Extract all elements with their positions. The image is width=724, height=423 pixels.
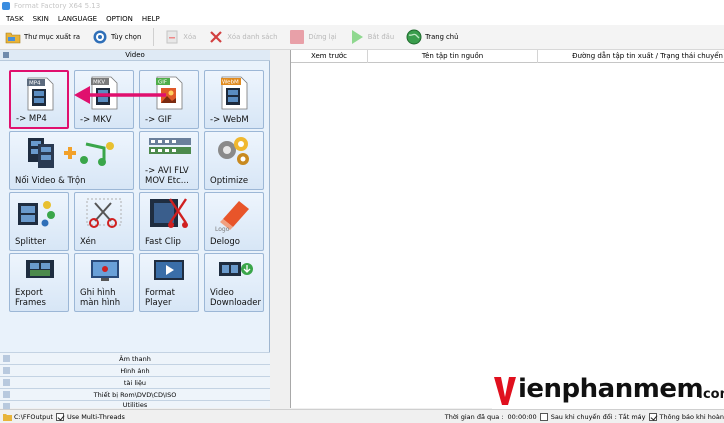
remove-icon — [166, 30, 178, 44]
splitter-button[interactable]: Splitter — [9, 192, 69, 251]
video-downloader-button[interactable]: Video Downloader — [204, 253, 264, 312]
start-button[interactable]: Bắt đầu — [349, 26, 394, 48]
toolbar-separator — [153, 28, 155, 46]
notify-label: Thông báo khi hoàn — [659, 412, 724, 421]
window-title: Format Factory X64 5.13 — [14, 2, 101, 10]
category-document-label: tài liệu — [123, 379, 147, 387]
options-label: Tùy chọn — [111, 33, 142, 41]
category-utilities[interactable]: Utilities — [0, 400, 270, 410]
output-folder-label: Thư mục xuất ra — [24, 33, 81, 41]
menu-option[interactable]: OPTION — [106, 15, 133, 23]
globe-home-icon — [406, 29, 422, 45]
svg-text:WebM: WebM — [222, 80, 239, 86]
crop-button[interactable]: Xén — [74, 192, 134, 251]
category-audio-label: Âm thanh — [119, 355, 151, 363]
svg-text:MP4: MP4 — [29, 81, 41, 87]
elapsed-label: Thời gian đã qua : — [444, 412, 504, 421]
stop-label: Dừng lại — [308, 33, 337, 41]
convert-mkv-label: -> MKV — [80, 115, 112, 125]
fast-clip-label: Fast Clip — [145, 237, 181, 247]
category-utilities-label: Utilities — [122, 401, 148, 409]
convert-mp4-button[interactable]: MP4 -> MP4 — [9, 70, 69, 129]
video-section-title: Video — [125, 51, 145, 59]
delogo-label: Delogo — [210, 237, 240, 247]
menu-skin[interactable]: SKIN — [33, 15, 49, 23]
vienphanmem-watermark: V ienphanmem .com — [492, 371, 724, 409]
fast-clip-button[interactable]: Fast Clip — [139, 192, 199, 251]
column-source-file[interactable]: Tên tập tin nguồn — [368, 50, 538, 63]
start-label: Bắt đầu — [367, 33, 395, 41]
output-folder-button[interactable]: Thư mục xuất ra — [5, 26, 80, 48]
folder-status-icon — [3, 414, 12, 421]
title-bar: Format Factory X64 5.13 — [0, 0, 724, 12]
after-convert-checkbox[interactable] — [539, 412, 548, 421]
toolbar: Thư mục xuất ra Tùy chọn Xóa Xóa danh sá… — [0, 25, 724, 50]
elapsed-value: 00:00:00 — [507, 412, 537, 421]
screen-record-button[interactable]: Ghi hình màn hình — [74, 253, 134, 312]
annotation-arrow — [74, 86, 166, 104]
home-button[interactable]: Trang chủ — [406, 26, 458, 48]
file-list-header: Xem trước Tên tập tin nguồn Đường dẫn tậ… — [291, 50, 724, 63]
convert-webm-button[interactable]: WebM -> WebM — [204, 70, 264, 129]
after-convert-value[interactable]: Tắt máy — [619, 413, 646, 421]
category-image[interactable]: Hình ảnh — [0, 364, 270, 376]
app-logo-icon — [2, 2, 10, 10]
export-frames-label: Export Frames — [15, 288, 46, 308]
options-icon — [93, 30, 107, 44]
category-audio[interactable]: Âm thanh — [0, 352, 270, 364]
watermark-v-logo: V — [492, 373, 516, 405]
output-path[interactable]: C:\FFOutput — [14, 413, 53, 421]
watermark-brand-text: ienphanmem — [518, 374, 704, 404]
video-section-header[interactable]: Video — [0, 50, 270, 61]
after-convert-label: Sau khi chuyển đổi : — [550, 412, 617, 421]
category-image-label: Hình ảnh — [120, 367, 150, 375]
function-panel: Video MP4 -> MP4 MKV -> MKV GIF -> GIF W… — [0, 50, 270, 410]
column-output-status[interactable]: Đường dẫn tập tin xuất / Trạng thái chuy… — [538, 50, 724, 63]
start-icon — [351, 30, 363, 44]
category-document[interactable]: tài liệu — [0, 376, 270, 388]
convert-gif-label: -> GIF — [145, 115, 172, 125]
export-frames-button[interactable]: Export Frames — [9, 253, 69, 312]
status-bar: C:\FFOutput Use Multi-Threads Thời gian … — [0, 409, 724, 423]
optimize-label: Optimize — [210, 176, 249, 186]
menu-task[interactable]: TASK — [6, 15, 24, 23]
video-downloader-label: Video Downloader — [210, 288, 261, 308]
convert-avi-flv-button[interactable]: -> AVI FLV MOV Etc... — [139, 131, 199, 190]
menu-bar: TASK SKIN LANGUAGE OPTION HELP — [0, 12, 724, 25]
remove-button[interactable]: Xóa — [164, 26, 196, 48]
folder-icon — [5, 32, 21, 44]
stop-icon — [290, 30, 305, 44]
clear-list-label: Xóa danh sách — [227, 33, 278, 41]
join-video-button[interactable]: Nối Video & Trộn — [9, 131, 134, 190]
column-preview[interactable]: Xem trước — [291, 50, 368, 63]
convert-mp4-label: -> MP4 — [16, 114, 47, 124]
notify-checkbox[interactable] — [648, 412, 657, 421]
category-rom-dvd[interactable]: Thiết bị Rom\DVD\CD\ISO — [0, 388, 270, 400]
watermark-tld: .com — [698, 387, 724, 402]
optimize-button[interactable]: Optimize — [204, 131, 264, 190]
multi-threads-checkbox[interactable] — [55, 412, 64, 421]
convert-avi-flv-label: -> AVI FLV MOV Etc... — [145, 166, 189, 186]
splitter-label: Splitter — [15, 237, 46, 247]
home-label: Trang chủ — [425, 33, 459, 41]
convert-webm-label: -> WebM — [210, 115, 249, 125]
clear-list-icon — [210, 31, 223, 43]
svg-text:V: V — [492, 373, 493, 374]
delogo-button[interactable]: Logo Delogo — [204, 192, 264, 251]
stop-button[interactable]: Dừng lại — [289, 26, 337, 48]
format-player-label: Format Player — [145, 288, 175, 308]
clear-list-button[interactable]: Xóa danh sách — [208, 26, 277, 48]
svg-text:Logo: Logo — [215, 226, 230, 233]
category-rom-dvd-label: Thiết bị Rom\DVD\CD\ISO — [93, 391, 177, 399]
join-video-label: Nối Video & Trộn — [15, 176, 86, 186]
menu-help[interactable]: HELP — [142, 15, 160, 23]
remove-label: Xóa — [183, 33, 197, 41]
menu-language[interactable]: LANGUAGE — [58, 15, 97, 23]
format-player-button[interactable]: Format Player — [139, 253, 199, 312]
options-button[interactable]: Tùy chọn — [92, 26, 141, 48]
screen-record-label: Ghi hình màn hình — [80, 288, 121, 308]
multi-threads-label: Use Multi-Threads — [66, 412, 125, 421]
file-list-panel[interactable]: Xem trước Tên tập tin nguồn Đường dẫn tậ… — [290, 50, 724, 408]
crop-label: Xén — [80, 237, 97, 247]
